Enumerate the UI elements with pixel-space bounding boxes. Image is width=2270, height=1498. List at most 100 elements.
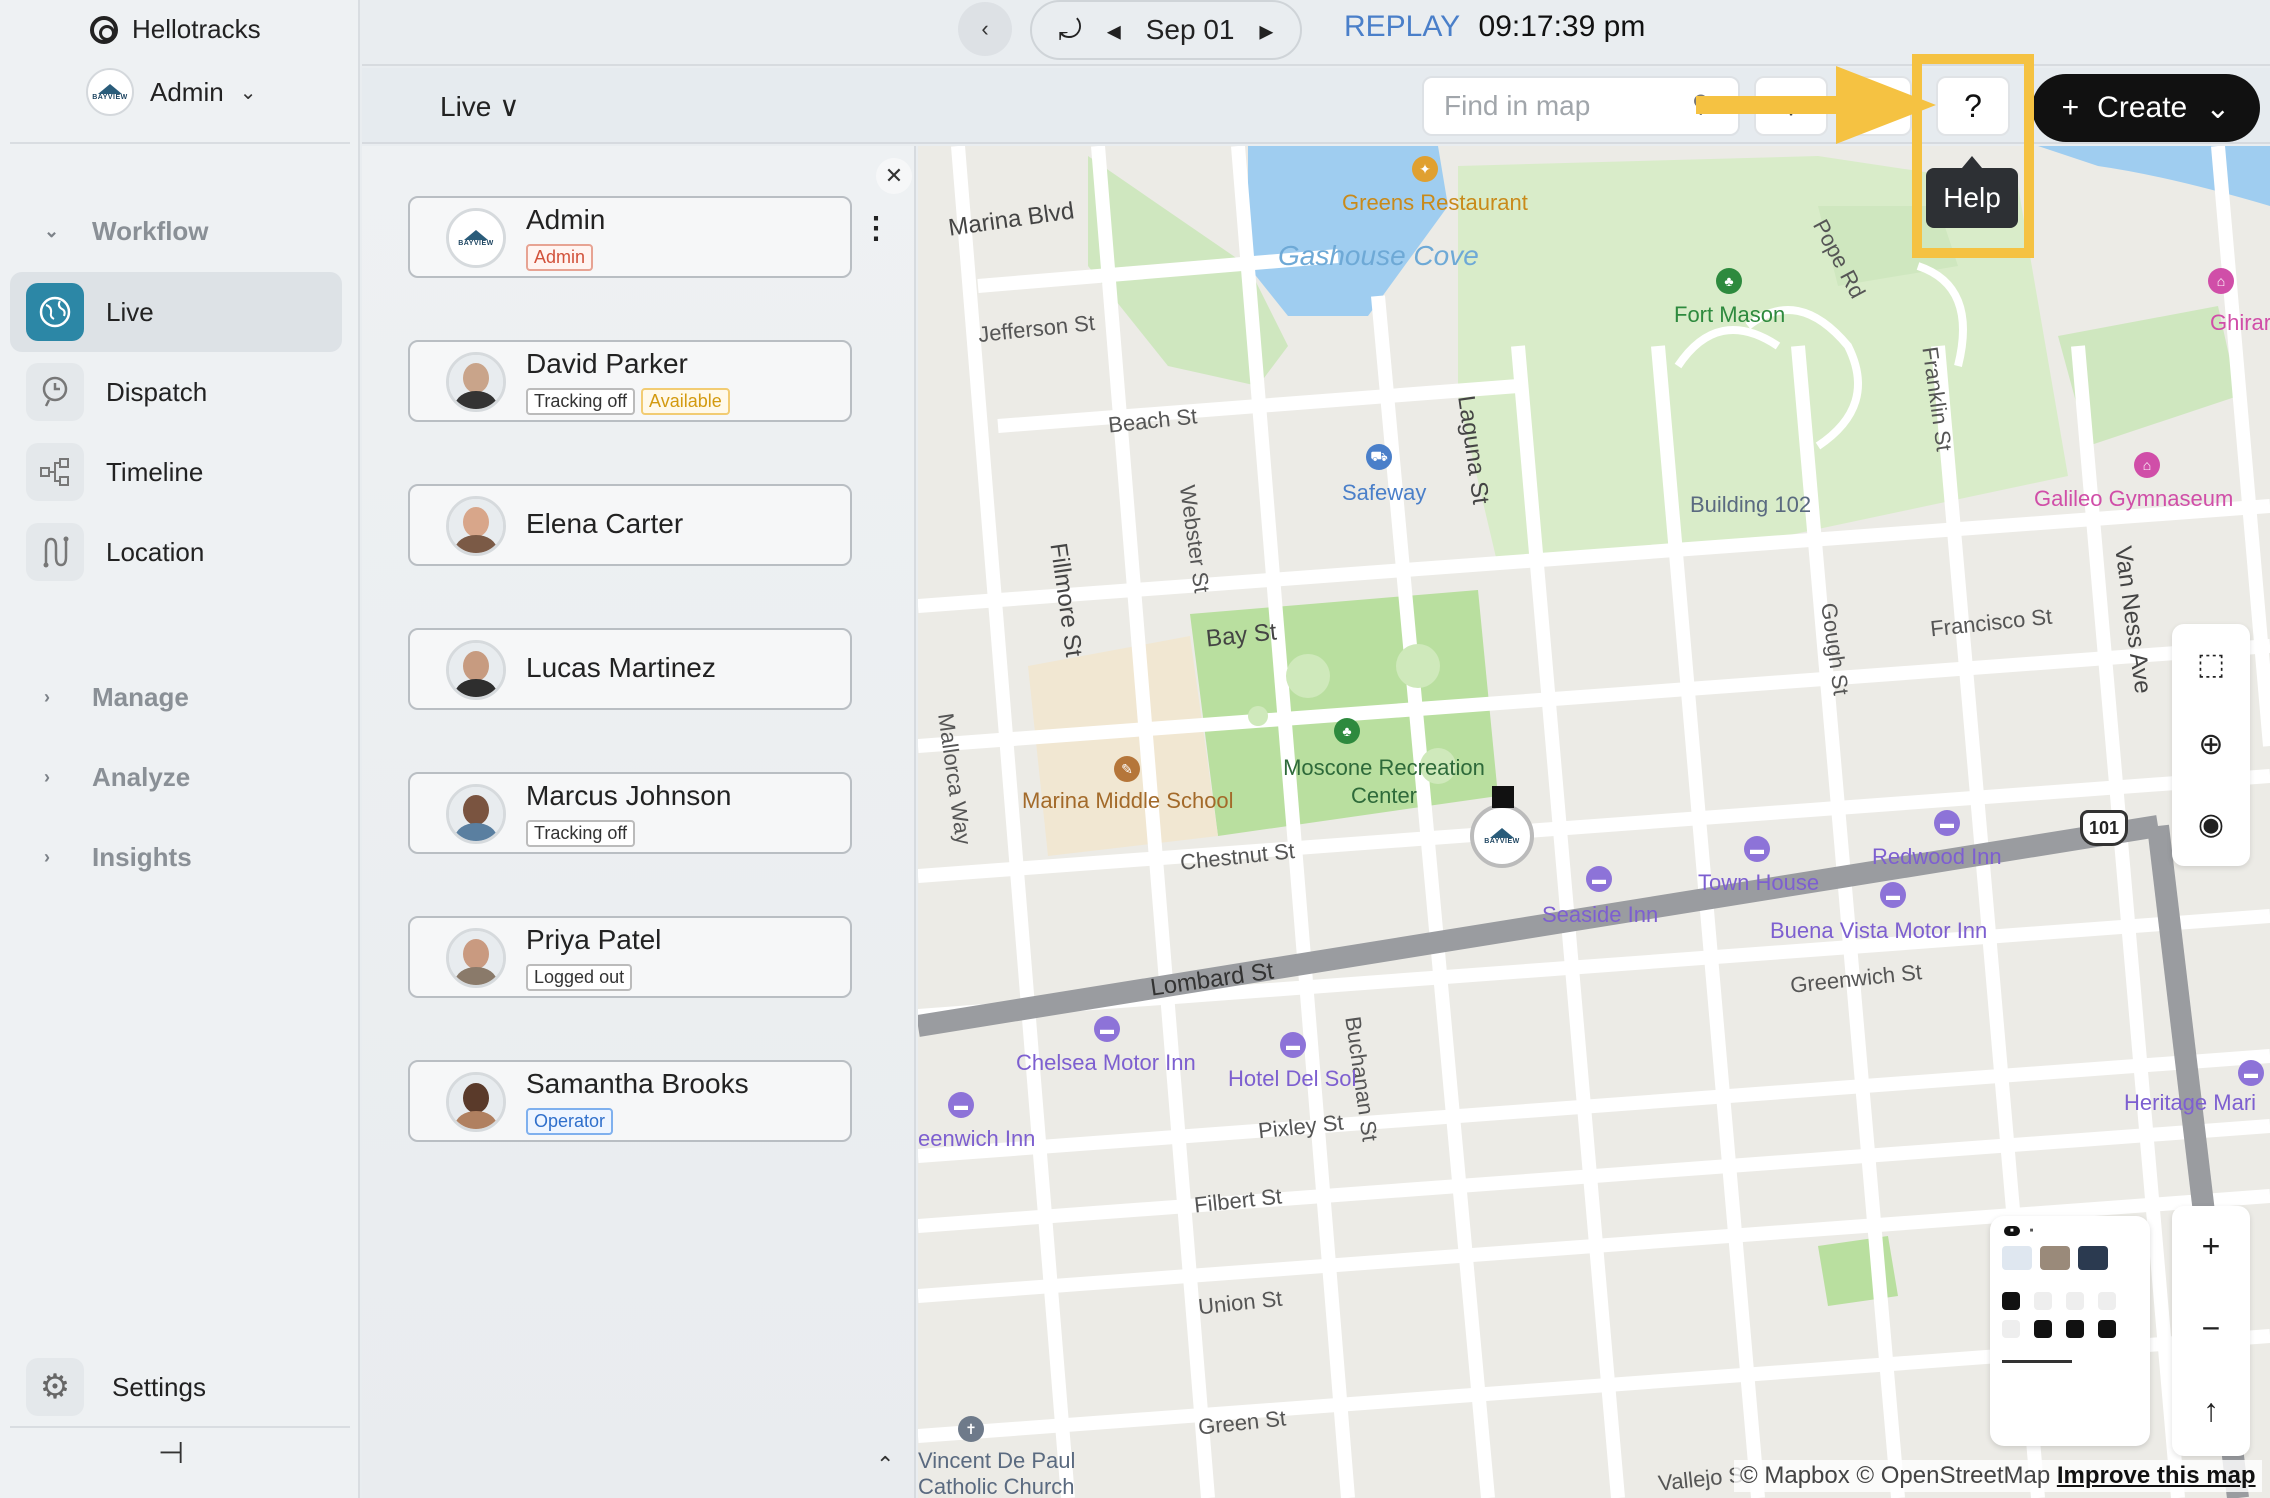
status-badge: Tracking off xyxy=(526,820,636,847)
map-thumb xyxy=(2002,1246,2032,1270)
zoom-in-button[interactable]: + xyxy=(2172,1206,2250,1286)
park-icon[interactable]: ♣ xyxy=(1334,718,1360,744)
member-card[interactable]: David Parker Tracking off Available xyxy=(408,340,852,422)
visibility-button[interactable]: ◉ xyxy=(2172,784,2250,864)
hotel-icon[interactable]: ▬ xyxy=(948,1092,974,1118)
more-vertical-icon: ⋮ xyxy=(861,211,891,245)
close-panel-button[interactable]: ✕ xyxy=(876,158,912,194)
chevron-down-icon: ⌄ xyxy=(2205,91,2231,125)
view-select[interactable]: Live ∨ xyxy=(440,90,520,123)
member-panel: ✕ ☰ ▽ ⋮ BAYVIEWAdminAdminDavid ParkerTra… xyxy=(362,146,916,1498)
route-icon xyxy=(26,523,84,581)
map-layers-card[interactable]: ■ ■ xyxy=(1990,1216,2150,1446)
section-label: Workflow xyxy=(92,216,209,246)
poi-label[interactable]: Heritage Mari xyxy=(2124,1090,2256,1116)
building-icon[interactable]: ⌂ xyxy=(2134,452,2160,478)
attribution-text: © Mapbox © OpenStreetMap xyxy=(1740,1462,2051,1489)
select-area-button[interactable]: ⬚ xyxy=(2172,624,2250,704)
sidebar-item-dispatch[interactable]: Dispatch xyxy=(10,352,342,432)
poi-label[interactable]: Buena Vista Motor Inn xyxy=(1770,918,1987,944)
hotel-icon[interactable]: ▬ xyxy=(1280,1032,1306,1058)
member-name: Priya Patel xyxy=(526,924,662,955)
sidebar-item-location[interactable]: Location xyxy=(10,512,342,592)
poi-label[interactable]: Safeway xyxy=(1342,480,1426,506)
tracked-unit-marker[interactable]: BAYVIEW xyxy=(1476,810,1528,862)
poi-label[interactable]: Redwood Inn xyxy=(1872,844,2002,870)
next-day-icon[interactable]: ▸ xyxy=(1259,14,1273,47)
status-badge: Tracking off xyxy=(526,388,636,415)
poi-label[interactable]: Town House xyxy=(1698,870,1819,896)
replay-icon[interactable]: ⤾ xyxy=(1058,14,1081,47)
section-workflow[interactable]: ⌄ Workflow xyxy=(44,216,209,247)
poi-label[interactable]: eenwich Inn xyxy=(918,1126,1035,1152)
improve-map-link[interactable]: Improve this map xyxy=(2057,1462,2256,1489)
poi-label[interactable]: Moscone Recreation Center xyxy=(1264,754,1504,810)
poi-label[interactable]: Seaside Inn xyxy=(1542,902,1658,928)
restaurant-icon[interactable]: ✦ xyxy=(1412,156,1438,182)
section-manage[interactable]: › Manage xyxy=(44,682,189,713)
hotel-icon[interactable]: ▬ xyxy=(1094,1016,1120,1042)
date-picker[interactable]: ⤾ ◂ Sep 01 ▸ xyxy=(1030,0,1302,60)
member-card[interactable]: Lucas Martinez xyxy=(408,628,852,710)
add-geofence-button[interactable]: ⊕ xyxy=(2172,704,2250,784)
account-logo-text: BAYVIEW xyxy=(92,93,128,101)
back-button[interactable]: ‹ xyxy=(958,2,1012,56)
map-thumb xyxy=(2078,1246,2108,1270)
map-tools: ⬚ ⊕ ◉ xyxy=(2172,624,2250,866)
chevron-up-icon[interactable]: ⌃ xyxy=(876,1452,894,1478)
hotel-icon[interactable]: ▬ xyxy=(1880,882,1906,908)
section-analyze[interactable]: › Analyze xyxy=(44,762,190,793)
divider xyxy=(10,1426,350,1428)
member-card[interactable]: BAYVIEW Admin Admin xyxy=(408,196,852,278)
status-badge: Admin xyxy=(526,244,594,271)
poi-label[interactable]: Chelsea Motor Inn xyxy=(1016,1050,1196,1076)
account-switcher[interactable]: BAYVIEW Admin ⌄ xyxy=(86,68,256,116)
church-icon[interactable]: ✝ xyxy=(958,1416,984,1442)
hotel-icon[interactable]: ▬ xyxy=(1586,866,1612,892)
member-badges: Tracking off Available xyxy=(526,388,730,415)
shopping-cart-icon[interactable]: ⛟ xyxy=(1366,444,1392,470)
reset-north-button[interactable]: ↑ xyxy=(2172,1370,2250,1450)
more-options-button[interactable]: ⋮ xyxy=(856,202,896,254)
avatar xyxy=(446,496,506,556)
park-icon[interactable]: ♣ xyxy=(1716,268,1742,294)
sidebar: Hellotracks BAYVIEW Admin ⌄ ⌄ Workflow L… xyxy=(0,0,360,1498)
sidebar-item-live[interactable]: Live xyxy=(10,272,342,352)
section-label: Analyze xyxy=(92,762,191,792)
section-insights[interactable]: › Insights xyxy=(44,842,192,873)
poi-label[interactable]: Building 102 xyxy=(1690,492,1811,518)
create-button[interactable]: + Create ⌄ xyxy=(2032,74,2260,142)
brand[interactable]: Hellotracks xyxy=(90,14,261,45)
member-card[interactable]: Samantha Brooks Operator xyxy=(408,1060,852,1142)
poi-label[interactable]: Hotel Del Sol xyxy=(1228,1066,1356,1092)
status-badge: Available xyxy=(641,388,730,415)
prev-day-icon[interactable]: ◂ xyxy=(1107,14,1121,47)
highway-number: 101 xyxy=(2088,817,2120,838)
zoom-out-button[interactable]: − xyxy=(2172,1288,2250,1368)
map-attribution: © Mapbox © OpenStreetMap Improve this ma… xyxy=(1734,1460,2262,1492)
poi-label[interactable]: Vincent De Paul Catholic Church xyxy=(918,1448,1138,1498)
hotel-icon[interactable]: ▬ xyxy=(1934,810,1960,836)
hotel-icon[interactable]: ▬ xyxy=(2238,1060,2264,1086)
member-card[interactable]: Marcus Johnson Tracking off xyxy=(408,772,852,854)
chevron-left-icon: ‹ xyxy=(981,16,989,41)
settings-button[interactable]: ⚙ Settings xyxy=(26,1358,206,1416)
eye-icon: ◉ xyxy=(2197,807,2225,841)
member-card[interactable]: Priya Patel Logged out xyxy=(408,916,852,998)
poi-label[interactable]: Fort Mason xyxy=(1674,302,1785,328)
building-icon[interactable]: ⌂ xyxy=(2208,268,2234,294)
hotel-icon[interactable]: ▬ xyxy=(1744,836,1770,862)
school-icon[interactable]: ✎ xyxy=(1114,756,1140,782)
pin-sidebar-icon[interactable]: ⊣ xyxy=(158,1436,184,1471)
avatar xyxy=(446,784,506,844)
poi-label[interactable]: Ghirar xyxy=(2210,310,2270,336)
sidebar-item-timeline[interactable]: Timeline xyxy=(10,432,342,512)
add-shape-icon: ⊕ xyxy=(2198,727,2224,761)
map[interactable]: Marina Blvd Jefferson St Beach St Webste… xyxy=(918,146,2270,1498)
poi-label[interactable]: Galileo Gymnaseum xyxy=(2034,486,2233,512)
member-name: David Parker xyxy=(526,348,688,379)
member-card[interactable]: Elena Carter xyxy=(408,484,852,566)
poi-label[interactable]: Marina Middle School xyxy=(1022,788,1234,814)
poi-label[interactable]: Greens Restaurant xyxy=(1342,190,1528,216)
zoom-controls: + − ↑ xyxy=(2172,1206,2250,1456)
